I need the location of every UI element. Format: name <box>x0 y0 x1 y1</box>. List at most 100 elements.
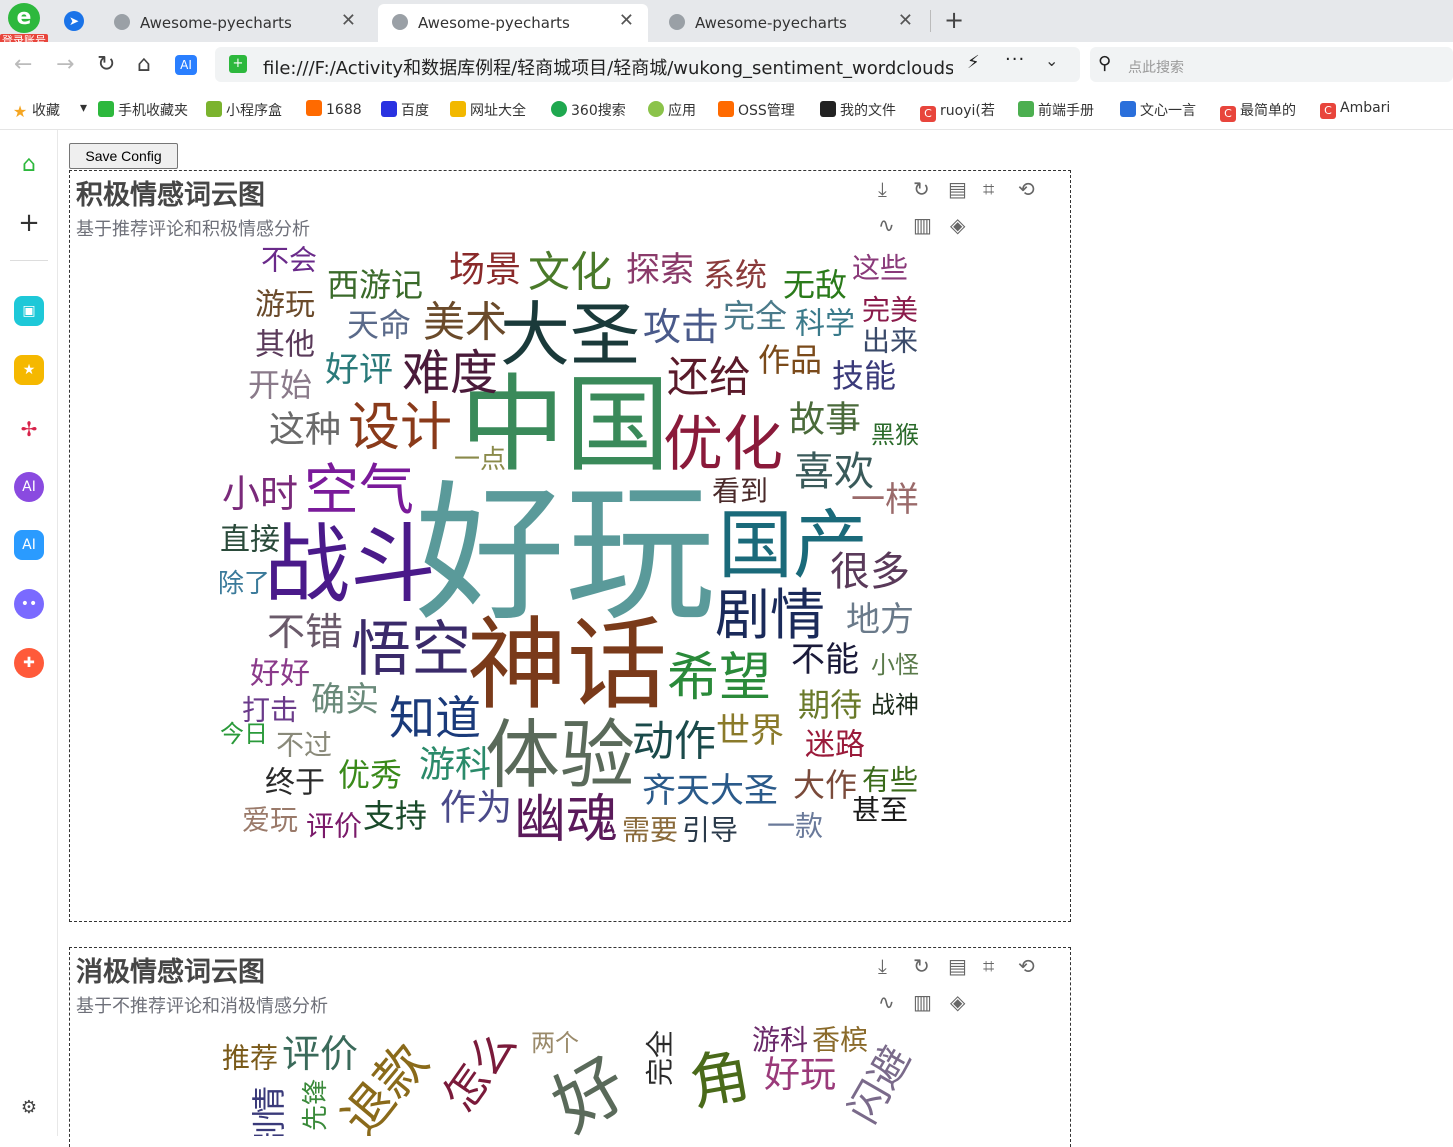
home-icon[interactable]: ⌂ <box>14 150 44 180</box>
tab-2[interactable]: Awesome-pyecharts ✕ <box>378 4 648 42</box>
network-icon[interactable]: ✢ <box>14 414 44 444</box>
sidebar-divider <box>10 260 48 261</box>
360-search-icon <box>551 101 567 117</box>
back-icon[interactable]: ← <box>14 52 32 77</box>
refresh-icon[interactable]: ↻ <box>913 177 930 201</box>
toolbar: ← → ↻ ⌂ AI + file:///F:/Activity和数据库例程/轻… <box>0 42 1453 88</box>
game-icon[interactable]: ✚ <box>14 648 44 678</box>
close-icon[interactable]: ✕ <box>619 10 634 31</box>
bookmark-item[interactable]: 1688 <box>306 100 362 118</box>
search-box[interactable]: ⚲ 点此搜索 <box>1090 47 1453 82</box>
search-placeholder[interactable]: 点此搜索 <box>1128 57 1184 77</box>
gear-icon[interactable]: ⚙ <box>14 1093 44 1123</box>
ai-icon[interactable]: AI <box>14 530 44 560</box>
address-url[interactable]: file:///F:/Activity和数据库例程/轻商城项目/轻商城/wuko… <box>263 54 953 80</box>
data-view-icon[interactable]: ▤ <box>948 177 967 201</box>
zoom-icon[interactable]: ⌗ <box>983 954 994 978</box>
refresh-icon[interactable]: ↻ <box>913 954 930 978</box>
more-icon[interactable]: ··· <box>1005 49 1025 70</box>
bookmark-item[interactable]: C Ambari <box>1320 100 1390 119</box>
star-icon: ★ <box>12 102 28 121</box>
forward-icon[interactable]: → <box>56 52 74 77</box>
bookmark-item[interactable]: 百度 <box>381 100 429 120</box>
bookmark-item[interactable]: 我的文件 <box>820 100 896 120</box>
bookmark-item[interactable]: 360搜索 <box>551 100 626 120</box>
app-icon[interactable]: ▣ <box>14 296 44 326</box>
bookmark-item[interactable]: ★ 收藏 <box>12 100 60 120</box>
bookmark-item[interactable]: 前端手册 <box>1018 100 1094 120</box>
bolt-icon[interactable]: ⚡ <box>967 52 980 73</box>
browser-logo-icon: e <box>8 3 40 33</box>
sidebar: ⌂ + ▣ ★ ✢ AI AI •• ✚ ⚙ <box>0 130 58 1136</box>
download-icon[interactable]: ⤓ <box>878 954 887 978</box>
bot-icon[interactable]: •• <box>14 589 44 619</box>
tab-separator <box>930 10 931 32</box>
cube-icon <box>206 101 222 117</box>
new-tab-button[interactable]: + <box>944 6 964 34</box>
chart-title: 消极情感词云图 <box>76 957 265 988</box>
chevron-down-icon[interactable]: ⌄ <box>1045 51 1058 70</box>
tab-title: Awesome-pyecharts <box>418 14 570 32</box>
tab-title: Awesome-pyecharts <box>140 14 292 32</box>
download-icon[interactable]: ⤓ <box>878 177 887 201</box>
secure-shield-icon: + <box>229 55 247 73</box>
bar-chart-icon[interactable]: ▥ <box>913 213 932 237</box>
search-icon: ⚲ <box>1098 53 1112 74</box>
drop-icon <box>820 101 836 117</box>
close-icon[interactable]: ✕ <box>898 10 913 31</box>
chart-subtitle: 基于不推荐评论和消极情感分析 <box>76 996 328 1017</box>
data-view-icon[interactable]: ▤ <box>948 954 967 978</box>
address-bar[interactable]: + file:///F:/Activity和数据库例程/轻商城项目/轻商城/wu… <box>215 47 1080 82</box>
c-icon: C <box>1220 106 1236 122</box>
bar-chart-icon[interactable]: ▥ <box>913 990 932 1014</box>
baidu-icon <box>381 101 397 117</box>
globe-icon <box>392 14 408 30</box>
browser-logo[interactable]: e 登录账号 <box>0 0 58 48</box>
tab-3[interactable]: Awesome-pyecharts ✕ <box>655 4 927 42</box>
apps-icon <box>648 101 664 117</box>
close-icon[interactable]: ✕ <box>341 10 356 31</box>
globe-icon <box>669 14 685 30</box>
directory-icon <box>450 101 466 117</box>
bookmark-item[interactable]: C 最简单的 <box>1220 100 1296 122</box>
bookmark-item[interactable]: Cruoyi(若 <box>920 100 995 122</box>
chart-subtitle: 基于推荐评论和积极情感分析 <box>76 219 310 240</box>
restore-icon[interactable]: ⟲ <box>1018 954 1035 978</box>
chart-title: 积极情感词云图 <box>76 180 265 211</box>
reload-icon[interactable]: ↻ <box>97 52 115 77</box>
chevron-down-icon[interactable]: ▾ <box>80 100 87 116</box>
stack-icon[interactable]: ◈ <box>950 213 965 237</box>
line-chart-icon[interactable]: ∿ <box>878 213 895 237</box>
ai-chat-icon[interactable]: AI <box>14 472 44 502</box>
save-config-button[interactable]: Save Config <box>69 143 178 169</box>
zoom-icon[interactable]: ⌗ <box>983 177 994 201</box>
page-content: Save Config 积极情感词云图 基于推荐评论和积极情感分析 ⤓ ↻ ▤ … <box>58 130 1453 1147</box>
bookmark-item[interactable]: 小程序盒 <box>206 100 282 120</box>
tab-bar: e 登录账号 ➤ Awesome-pyecharts ✕ Awesome-pye… <box>0 0 1453 48</box>
tab-1[interactable]: Awesome-pyecharts ✕ <box>100 4 370 42</box>
add-icon[interactable]: + <box>14 208 44 238</box>
wenxin-icon <box>1120 101 1136 117</box>
bookmark-item[interactable]: OSS管理 <box>718 100 795 120</box>
restore-icon[interactable]: ⟲ <box>1018 177 1035 201</box>
bookmark-item[interactable]: 网址大全 <box>450 100 526 120</box>
positive-wordcloud-chart: 积极情感词云图 基于推荐评论和积极情感分析 ⤓ ↻ ▤ ⌗ ⟲ ∿ ▥ ◈ <box>69 170 1071 922</box>
globe-icon <box>114 14 130 30</box>
tab-title: Awesome-pyecharts <box>695 14 847 32</box>
bookmark-item[interactable]: 手机收藏夹 <box>98 100 188 120</box>
bookmark-item[interactable]: 文心一言 <box>1120 100 1196 120</box>
pinned-tab-icon[interactable]: ➤ <box>64 11 84 31</box>
line-chart-icon[interactable]: ∿ <box>878 990 895 1014</box>
bookmarks-bar: ★ 收藏 ▾ 手机收藏夹 小程序盒 1688 百度 网址大全 360搜索 应用 O… <box>0 88 1453 130</box>
c-icon: C <box>920 106 936 122</box>
favorites-icon[interactable]: ★ <box>14 355 44 385</box>
home-icon[interactable]: ⌂ <box>137 52 151 77</box>
oss-icon <box>718 101 734 117</box>
stack-icon[interactable]: ◈ <box>950 990 965 1014</box>
ai-icon[interactable]: AI <box>175 55 197 75</box>
c-icon: C <box>1320 103 1336 119</box>
leaf-icon <box>1018 101 1034 117</box>
1688-icon <box>306 100 322 116</box>
phone-icon <box>98 101 114 117</box>
bookmark-item[interactable]: 应用 <box>648 100 696 120</box>
